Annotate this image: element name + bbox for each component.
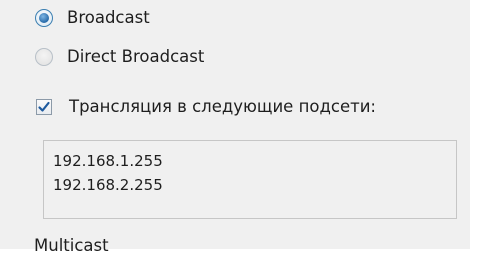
subnet-broadcast-label: Трансляция в следующие подсети: [69, 97, 376, 116]
subnet-broadcast-option[interactable]: Трансляция в следующие подсети: [36, 97, 376, 116]
broadcast-label: Broadcast [67, 8, 150, 27]
subnet-list[interactable]: 192.168.1.255 192.168.2.255 [43, 140, 457, 219]
multicast-option-label: Multicast [34, 236, 109, 255]
subnet-list-item[interactable]: 192.168.1.255 [53, 149, 447, 173]
broadcast-option[interactable]: Broadcast [35, 8, 150, 27]
subnet-broadcast-checkbox[interactable] [36, 98, 52, 115]
checkmark-icon [38, 101, 50, 112]
subnet-list-item[interactable]: 192.168.2.255 [53, 173, 447, 197]
network-settings-panel: Broadcast Direct Broadcast Трансляция в … [0, 0, 470, 255]
direct-broadcast-radio[interactable] [35, 47, 53, 66]
broadcast-radio[interactable] [35, 8, 53, 27]
radio-selected-dot [39, 12, 49, 23]
window-edge [470, 0, 477, 249]
direct-broadcast-label: Direct Broadcast [67, 47, 205, 66]
direct-broadcast-option[interactable]: Direct Broadcast [35, 47, 204, 66]
